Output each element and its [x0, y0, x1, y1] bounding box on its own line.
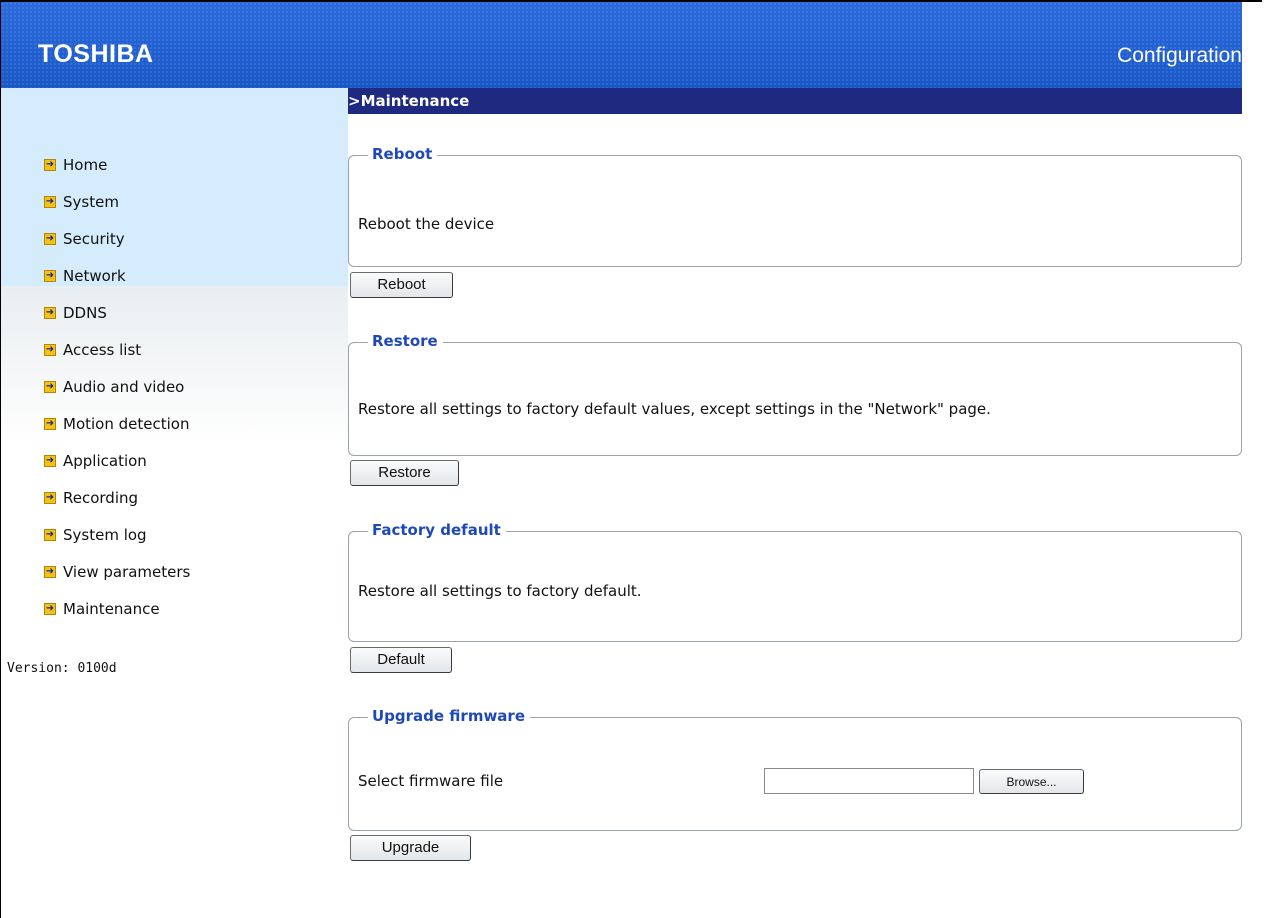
sidebar-item-label: Security: [63, 229, 125, 248]
arrow-right-icon: ➜: [44, 602, 56, 615]
restore-button[interactable]: Restore: [350, 460, 459, 486]
browse-button[interactable]: Browse...: [979, 769, 1084, 794]
sidebar-item-security[interactable]: ➜ Security: [44, 220, 190, 257]
sidebar-item-label: Application: [63, 451, 147, 470]
sidebar-item-label: Recording: [63, 488, 139, 507]
sidebar-item-label: Audio and video: [63, 377, 185, 396]
arrow-right-icon: ➜: [44, 343, 56, 356]
upgrade-button[interactable]: Upgrade: [350, 835, 471, 861]
sidebar-nav: ➜ Home ➜ System ➜ Security ➜ Network ➜ D…: [44, 146, 190, 627]
sidebar-item-ddns[interactable]: ➜ DDNS: [44, 294, 190, 331]
arrow-right-icon: ➜: [44, 306, 56, 319]
arrow-right-icon: ➜: [44, 380, 56, 393]
factory-default-legend: Factory default: [368, 521, 506, 539]
factory-default-section: Factory default Restore all settings to …: [348, 521, 1242, 642]
sidebar-item-view-parameters[interactable]: ➜ View parameters: [44, 553, 190, 590]
restore-legend: Restore: [368, 332, 443, 350]
firmware-file-input[interactable]: [764, 768, 974, 794]
sidebar-item-label: System: [63, 192, 119, 211]
reboot-legend: Reboot: [368, 145, 438, 163]
sidebar-item-network[interactable]: ➜ Network: [44, 257, 190, 294]
version-label: Version: 0100d: [7, 661, 117, 676]
sidebar-item-motion-detection[interactable]: ➜ Motion detection: [44, 405, 190, 442]
arrow-right-icon: ➜: [44, 417, 56, 430]
arrow-right-icon: ➜: [44, 269, 56, 282]
breadcrumb: >Maintenance: [348, 88, 1242, 114]
arrow-right-icon: ➜: [44, 195, 56, 208]
sidebar-item-label: Maintenance: [63, 599, 160, 618]
arrow-right-icon: ➜: [44, 491, 56, 504]
sidebar-item-maintenance[interactable]: ➜ Maintenance: [44, 590, 190, 627]
sidebar-item-application[interactable]: ➜ Application: [44, 442, 190, 479]
header-banner: TOSHIBA Configuration: [1, 2, 1242, 88]
sidebar-item-label: View parameters: [63, 562, 191, 581]
arrow-right-icon: ➜: [44, 232, 56, 245]
sidebar-item-label: Network: [63, 266, 126, 285]
sidebar-item-audio-and-video[interactable]: ➜ Audio and video: [44, 368, 190, 405]
reboot-description: Reboot the device: [358, 215, 495, 233]
sidebar-item-label: Access list: [63, 340, 142, 359]
factory-default-description: Restore all settings to factory default.: [358, 582, 642, 600]
reboot-button[interactable]: Reboot: [350, 272, 453, 298]
sidebar-item-label: DDNS: [63, 303, 107, 322]
default-button[interactable]: Default: [350, 647, 452, 673]
sidebar-item-home[interactable]: ➜ Home: [44, 146, 190, 183]
restore-description: Restore all settings to factory default …: [358, 400, 991, 418]
brand-logo: TOSHIBA: [38, 40, 154, 68]
sidebar-item-system-log[interactable]: ➜ System log: [44, 516, 190, 553]
sidebar-item-recording[interactable]: ➜ Recording: [44, 479, 190, 516]
select-firmware-label: Select firmware file: [358, 772, 504, 790]
reboot-section: Reboot Reboot the device: [348, 145, 1242, 267]
arrow-right-icon: ➜: [44, 454, 56, 467]
arrow-right-icon: ➜: [44, 528, 56, 541]
sidebar-item-system[interactable]: ➜ System: [44, 183, 190, 220]
sidebar-item-access-list[interactable]: ➜ Access list: [44, 331, 190, 368]
arrow-right-icon: ➜: [44, 158, 56, 171]
sidebar-item-label: System log: [63, 525, 147, 544]
arrow-right-icon: ➜: [44, 565, 56, 578]
page-title: Configuration: [1117, 44, 1242, 67]
restore-section: Restore Restore all settings to factory …: [348, 332, 1242, 456]
upgrade-firmware-legend: Upgrade firmware: [368, 707, 531, 725]
sidebar-item-label: Home: [63, 155, 108, 174]
sidebar-item-label: Motion detection: [63, 414, 190, 433]
